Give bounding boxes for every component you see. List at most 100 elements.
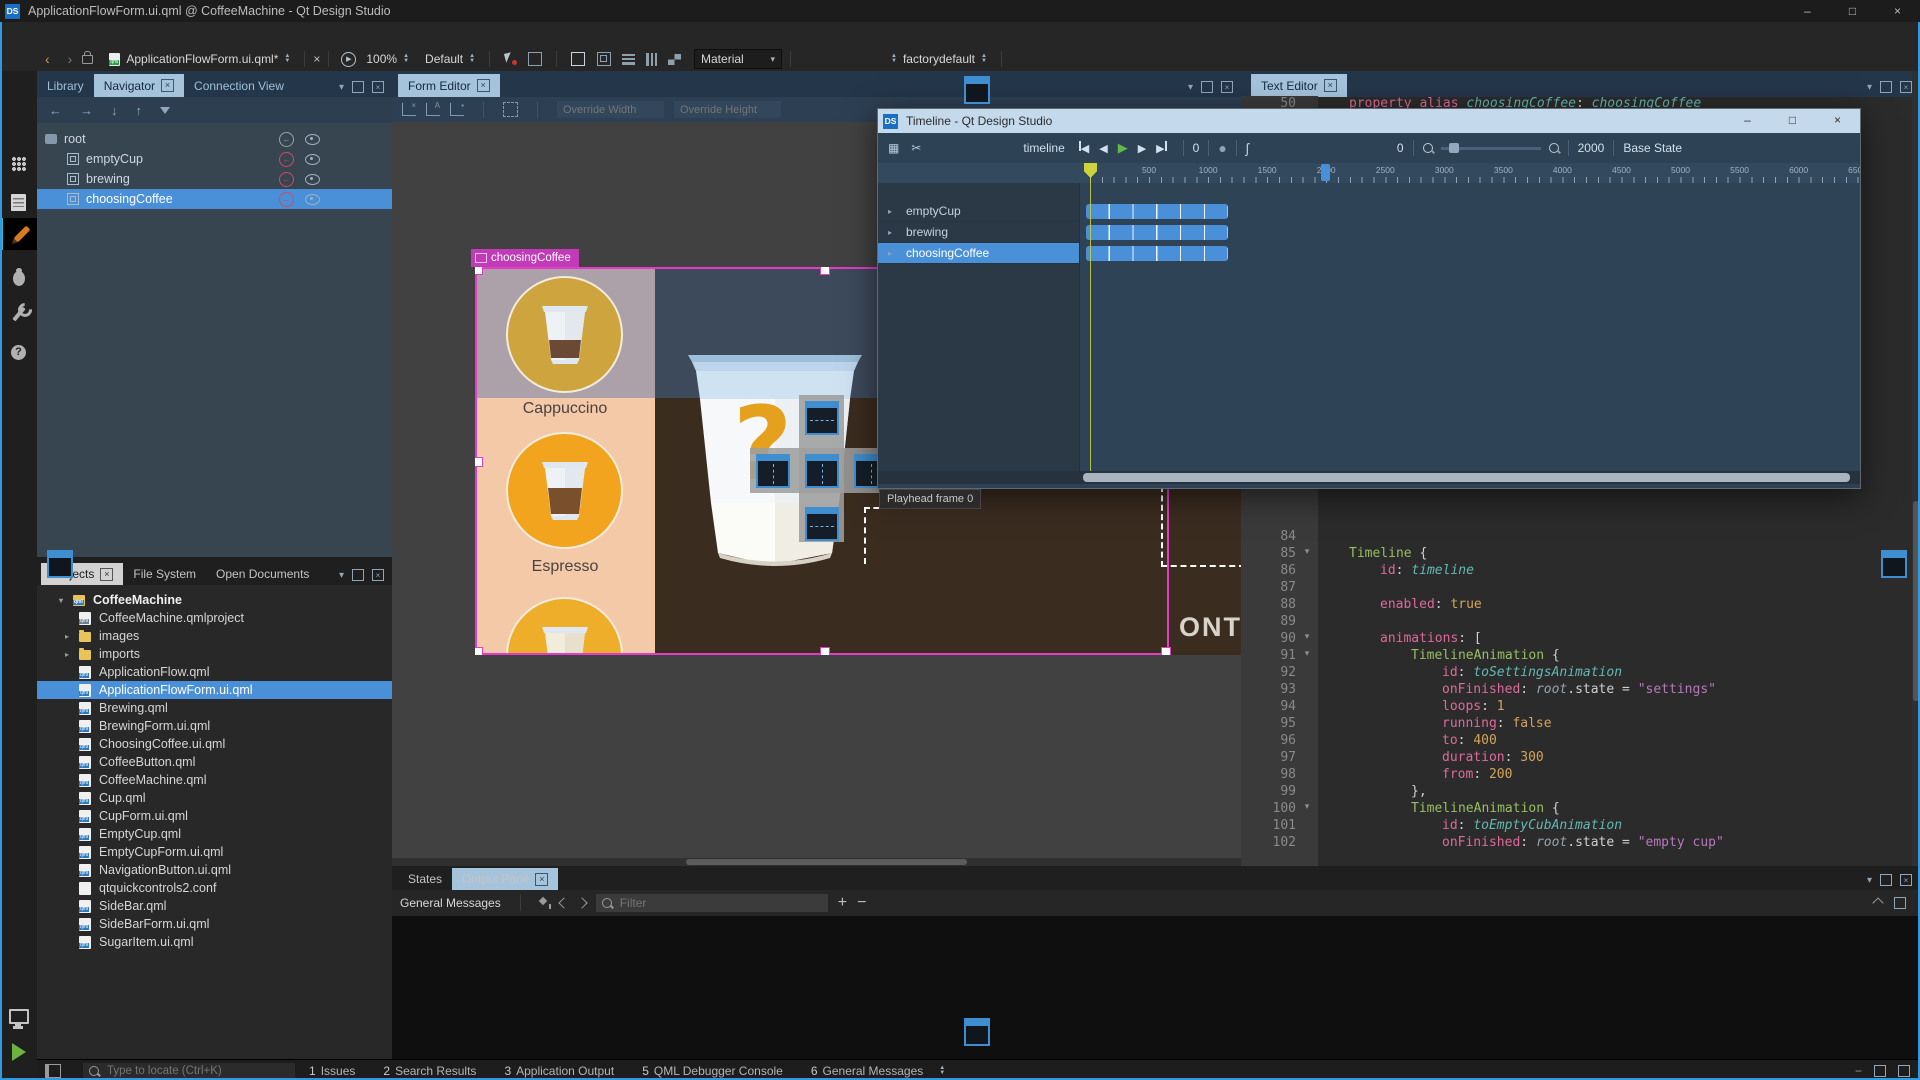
- no-snapping-icon[interactable]: [402, 103, 416, 116]
- show-bounds-icon[interactable]: [503, 102, 518, 117]
- maximize-button[interactable]: □: [1830, 0, 1875, 22]
- title-bar[interactable]: DS ApplicationFlowForm.ui.qml @ CoffeeMa…: [0, 0, 1920, 22]
- file-row[interactable]: Cup.qml: [37, 789, 392, 807]
- back-icon[interactable]: ‹: [45, 51, 50, 67]
- chevron-down-icon[interactable]: ▾: [1867, 875, 1872, 886]
- sidebar-toggle-icon[interactable]: [45, 1064, 61, 1078]
- scissors-icon[interactable]: ✂: [911, 141, 921, 155]
- snap-parent-icon[interactable]: [450, 103, 464, 116]
- dock-top-indicator[interactable]: [805, 401, 839, 435]
- close-document-icon[interactable]: ×: [313, 52, 320, 66]
- timeline-settings-icon[interactable]: ▦: [888, 141, 899, 155]
- override-height-input[interactable]: [674, 101, 781, 118]
- zoom-in-icon[interactable]: [1549, 143, 1559, 153]
- resize-handle[interactable]: [1161, 647, 1171, 655]
- keyframe-bar[interactable]: [1086, 246, 1228, 261]
- file-row[interactable]: EmptyCupForm.ui.qml: [37, 843, 392, 861]
- navigator-tree-row[interactable]: root ←: [37, 129, 392, 149]
- file-row[interactable]: ▾ CoffeeMachine: [37, 591, 392, 609]
- file-row[interactable]: ChoosingCoffee.ui.qml: [37, 735, 392, 753]
- navigator-tab[interactable]: Library×: [37, 74, 94, 97]
- end-marker[interactable]: [1321, 164, 1330, 181]
- kit-selector[interactable]: factorydefault: [903, 52, 975, 66]
- panel-layout-icon[interactable]: [1874, 1065, 1886, 1077]
- close-button[interactable]: ×: [1875, 0, 1920, 22]
- playhead-frame-field[interactable]: 0: [1193, 141, 1200, 155]
- style-selector[interactable]: Default: [425, 52, 463, 66]
- file-row[interactable]: EmptyCup.qml: [37, 825, 392, 843]
- zoom-in-icon[interactable]: +: [838, 894, 847, 912]
- file-row[interactable]: ApplicationFlow.qml: [37, 663, 392, 681]
- resize-handle[interactable]: [820, 647, 830, 655]
- navigator-tab[interactable]: Navigator×: [94, 74, 184, 97]
- cappuccino-button[interactable]: [506, 276, 623, 393]
- fold-icon[interactable]: ▾: [1296, 631, 1318, 648]
- filter-icon[interactable]: [160, 107, 170, 114]
- chevron-down-icon[interactable]: ▾: [339, 570, 344, 581]
- maximize-button[interactable]: □: [1770, 109, 1815, 131]
- timeline-hscrollbar[interactable]: [878, 471, 1860, 484]
- timeline-track[interactable]: ▸ choosingCoffee: [878, 243, 1860, 264]
- close-tab-icon[interactable]: ×: [100, 568, 113, 581]
- close-panel-icon[interactable]: ×: [372, 569, 384, 581]
- dock-center-indicator[interactable]: [805, 454, 839, 488]
- panel-icon[interactable]: [1894, 897, 1906, 909]
- next-frame-icon[interactable]: ▶: [1138, 142, 1146, 155]
- play-icon[interactable]: ▶: [1118, 140, 1128, 156]
- file-row[interactable]: CoffeeMachine.qml: [37, 771, 392, 789]
- override-width-input[interactable]: [557, 101, 664, 118]
- chevron-down-icon[interactable]: ▾: [1188, 82, 1193, 93]
- eye-icon[interactable]: [305, 154, 320, 165]
- locator-input[interactable]: [105, 1064, 269, 1078]
- end-frame-field[interactable]: 2000: [1578, 141, 1605, 155]
- close-button[interactable]: ×: [1815, 109, 1860, 131]
- close-panel-icon[interactable]: ×: [1900, 874, 1912, 886]
- kit-target-icon[interactable]: [0, 1003, 37, 1029]
- pane-stepper[interactable]: ▲▼: [939, 1066, 945, 1076]
- curve-editor-icon[interactable]: ʃ: [1246, 140, 1249, 156]
- file-row[interactable]: NavigationButton.ui.qml: [37, 861, 392, 879]
- snap-anchors-icon[interactable]: [426, 103, 440, 116]
- file-row[interactable]: SideBar.qml: [37, 897, 392, 915]
- debug-mode-icon[interactable]: [0, 263, 37, 293]
- output-log[interactable]: [392, 916, 1920, 1059]
- eye-icon[interactable]: [305, 134, 320, 145]
- file-row[interactable]: CoffeeButton.qml: [37, 753, 392, 771]
- lock-icon[interactable]: [82, 55, 93, 64]
- current-document[interactable]: ApplicationFlowForm.ui.qml*: [126, 52, 278, 66]
- file-row[interactable]: qtquickcontrols2.conf: [37, 879, 392, 897]
- to-end-icon[interactable]: ▶: [1156, 141, 1166, 155]
- split-panel-icon[interactable]: [1201, 81, 1213, 93]
- move-down-icon[interactable]: ↓: [111, 103, 118, 118]
- expander-icon[interactable]: ▸: [65, 650, 79, 659]
- file-row[interactable]: ApplicationFlowForm.ui.qml: [37, 681, 392, 699]
- text-editor-tab[interactable]: Text Editor×: [1251, 74, 1347, 97]
- code-area[interactable]: 8485▾Timeline {86id: timeline8788enabled…: [1241, 529, 1920, 852]
- timeline-titlebar[interactable]: DS Timeline - Qt Design Studio – □ ×: [878, 109, 1860, 133]
- close-tab-icon[interactable]: ×: [477, 79, 490, 92]
- output-pane-button[interactable]: 5QML Debugger Console: [642, 1064, 783, 1078]
- timeline-window[interactable]: DS Timeline - Qt Design Studio – □ × ▦ ✂…: [877, 108, 1861, 489]
- help-mode-icon[interactable]: ?: [0, 337, 37, 367]
- show-bounding-rect-icon[interactable]: [571, 52, 585, 66]
- zoom-out-icon[interactable]: [1423, 143, 1433, 153]
- file-row[interactable]: ▸ imports: [37, 645, 392, 663]
- minimize-pane-icon[interactable]: −: [1855, 1064, 1862, 1078]
- split-panel-icon[interactable]: [352, 569, 364, 581]
- expander-icon[interactable]: ▸: [888, 228, 898, 237]
- output-tab[interactable]: Output Pane×: [452, 868, 558, 890]
- canvas-hscrollbar[interactable]: [392, 858, 1241, 866]
- eye-icon[interactable]: [305, 194, 320, 205]
- minimize-button[interactable]: –: [1725, 109, 1770, 131]
- file-row[interactable]: Brewing.qml: [37, 699, 392, 717]
- file-row[interactable]: ▸ images: [37, 627, 392, 645]
- fullscreen-icon[interactable]: [1898, 1065, 1910, 1077]
- column-list-icon[interactable]: [646, 53, 657, 66]
- timeline-name[interactable]: timeline: [1023, 141, 1064, 155]
- split-panel-icon[interactable]: [1880, 81, 1892, 93]
- zoom-stepper[interactable]: ▲▼: [403, 54, 409, 64]
- navigator-tree-row[interactable]: emptyCup ←: [37, 149, 392, 169]
- fold-icon[interactable]: ▾: [1296, 546, 1318, 563]
- form-editor-tab[interactable]: Form Editor×: [398, 74, 500, 97]
- close-tab-icon[interactable]: ×: [1324, 79, 1337, 92]
